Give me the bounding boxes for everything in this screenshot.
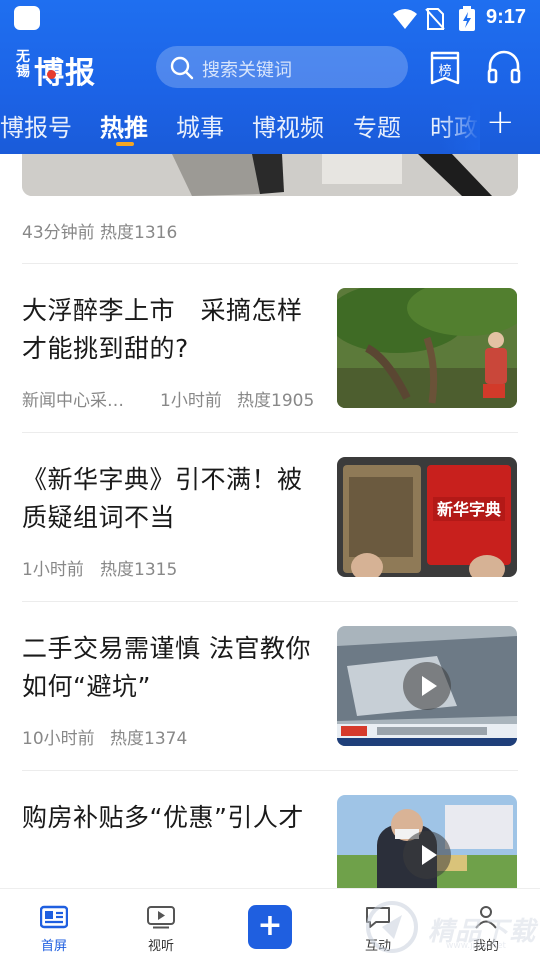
article-time: 10小时前 [22,729,95,749]
article-title[interactable]: 大浮醉李上市 采摘怎样才能挑到甜的? [22,292,318,368]
article-meta: 43分钟前 热度1316 [22,223,178,243]
tab-video[interactable]: 博视频 [252,108,324,143]
home-news-icon [40,905,68,929]
play-icon [403,831,451,879]
active-tab-indicator [116,142,134,146]
nav-home[interactable]: 首屏 [14,889,94,961]
divider [22,601,518,602]
tab-bobaohao[interactable]: 博报号 [0,108,72,143]
video-player-icon [147,906,175,929]
nav-video[interactable]: 视听 [121,889,201,961]
article-source: 新闻中心采… [22,391,124,411]
app-logo[interactable]: 无锡 博报 [16,48,106,92]
tab-city[interactable]: 城事 [176,108,224,143]
search-placeholder: 搜索关键词 [202,60,292,81]
publish-button[interactable]: + [248,905,292,949]
notification-icon [14,6,40,30]
battery-icon [459,6,475,31]
ranking-icon-label: 榜 [438,63,451,79]
hero-image-art [22,154,518,196]
audio-button[interactable] [486,48,522,86]
nav-video-label: 视听 [147,939,174,954]
tabs-fade-overlay [440,100,480,150]
divider [22,770,518,771]
article-heat: 热度1905 [237,391,315,411]
no-sim-icon [425,8,445,30]
nav-home-label: 首屏 [40,939,67,954]
video-thumbnail[interactable] [337,626,517,746]
ranking-icon: 榜 [430,51,460,85]
article-heat: 热度1315 [100,560,178,580]
logo-brand-text: 博报 [34,56,96,91]
status-time: 9:17 [486,6,527,28]
wifi-icon [393,9,417,29]
article-title[interactable]: 二手交易需谨慎 法官教你如何“避坑” [22,630,318,706]
article-time: 1小时前 [22,560,84,580]
bottom-navigation: 首屏 视听 + 互动 我的 精品下载 www.jpxz.net [0,888,540,961]
logo-city-text: 无锡 [16,49,30,80]
divider [22,432,518,433]
channel-tabs: 博报号 热推 城事 博视频 专题 时政 + [0,100,540,150]
article-thumbnail[interactable] [22,154,518,196]
tab-hot[interactable]: 热推 [100,108,148,143]
orchard-image [337,288,517,408]
logo-red-dot [47,70,56,79]
video-thumbnail[interactable] [337,795,517,888]
article-heat: 热度1374 [110,729,188,749]
app-header: 9:17 无锡 博报 搜索关键词 榜 博报号 热推 城事 博视频 专题 时政 [0,0,540,154]
add-channel-button[interactable]: + [486,102,515,142]
watermark-subtext: www.jpxz.net [446,941,507,951]
watermark-logo-icon [366,901,418,953]
site-watermark: 精品下载 www.jpxz.net [362,897,540,957]
status-bar: 9:17 [0,0,540,36]
tab-topics[interactable]: 专题 [353,108,401,143]
headphones-icon [487,50,521,84]
search-icon [170,56,194,80]
news-feed[interactable]: 43分钟前 热度1316 大浮醉李上市 采摘怎样才能挑到甜的? 新闻中心采… 1… [0,154,540,888]
article-time: 1小时前 [160,391,222,411]
ranking-button[interactable]: 榜 [428,48,462,86]
article-thumbnail[interactable] [337,288,517,408]
play-icon [403,662,451,710]
dictionary-image: 新华字典 [337,457,517,577]
article-thumbnail[interactable]: 新华字典 [337,457,517,577]
dictionary-cover-text: 新华字典 [437,500,501,519]
divider [22,263,518,264]
article-title[interactable]: 《新华字典》引不满！被质疑组词不当 [22,461,318,537]
article-title[interactable]: 购房补贴多“优惠”引人才 [22,799,318,837]
search-bar[interactable]: 搜索关键词 [156,46,408,88]
